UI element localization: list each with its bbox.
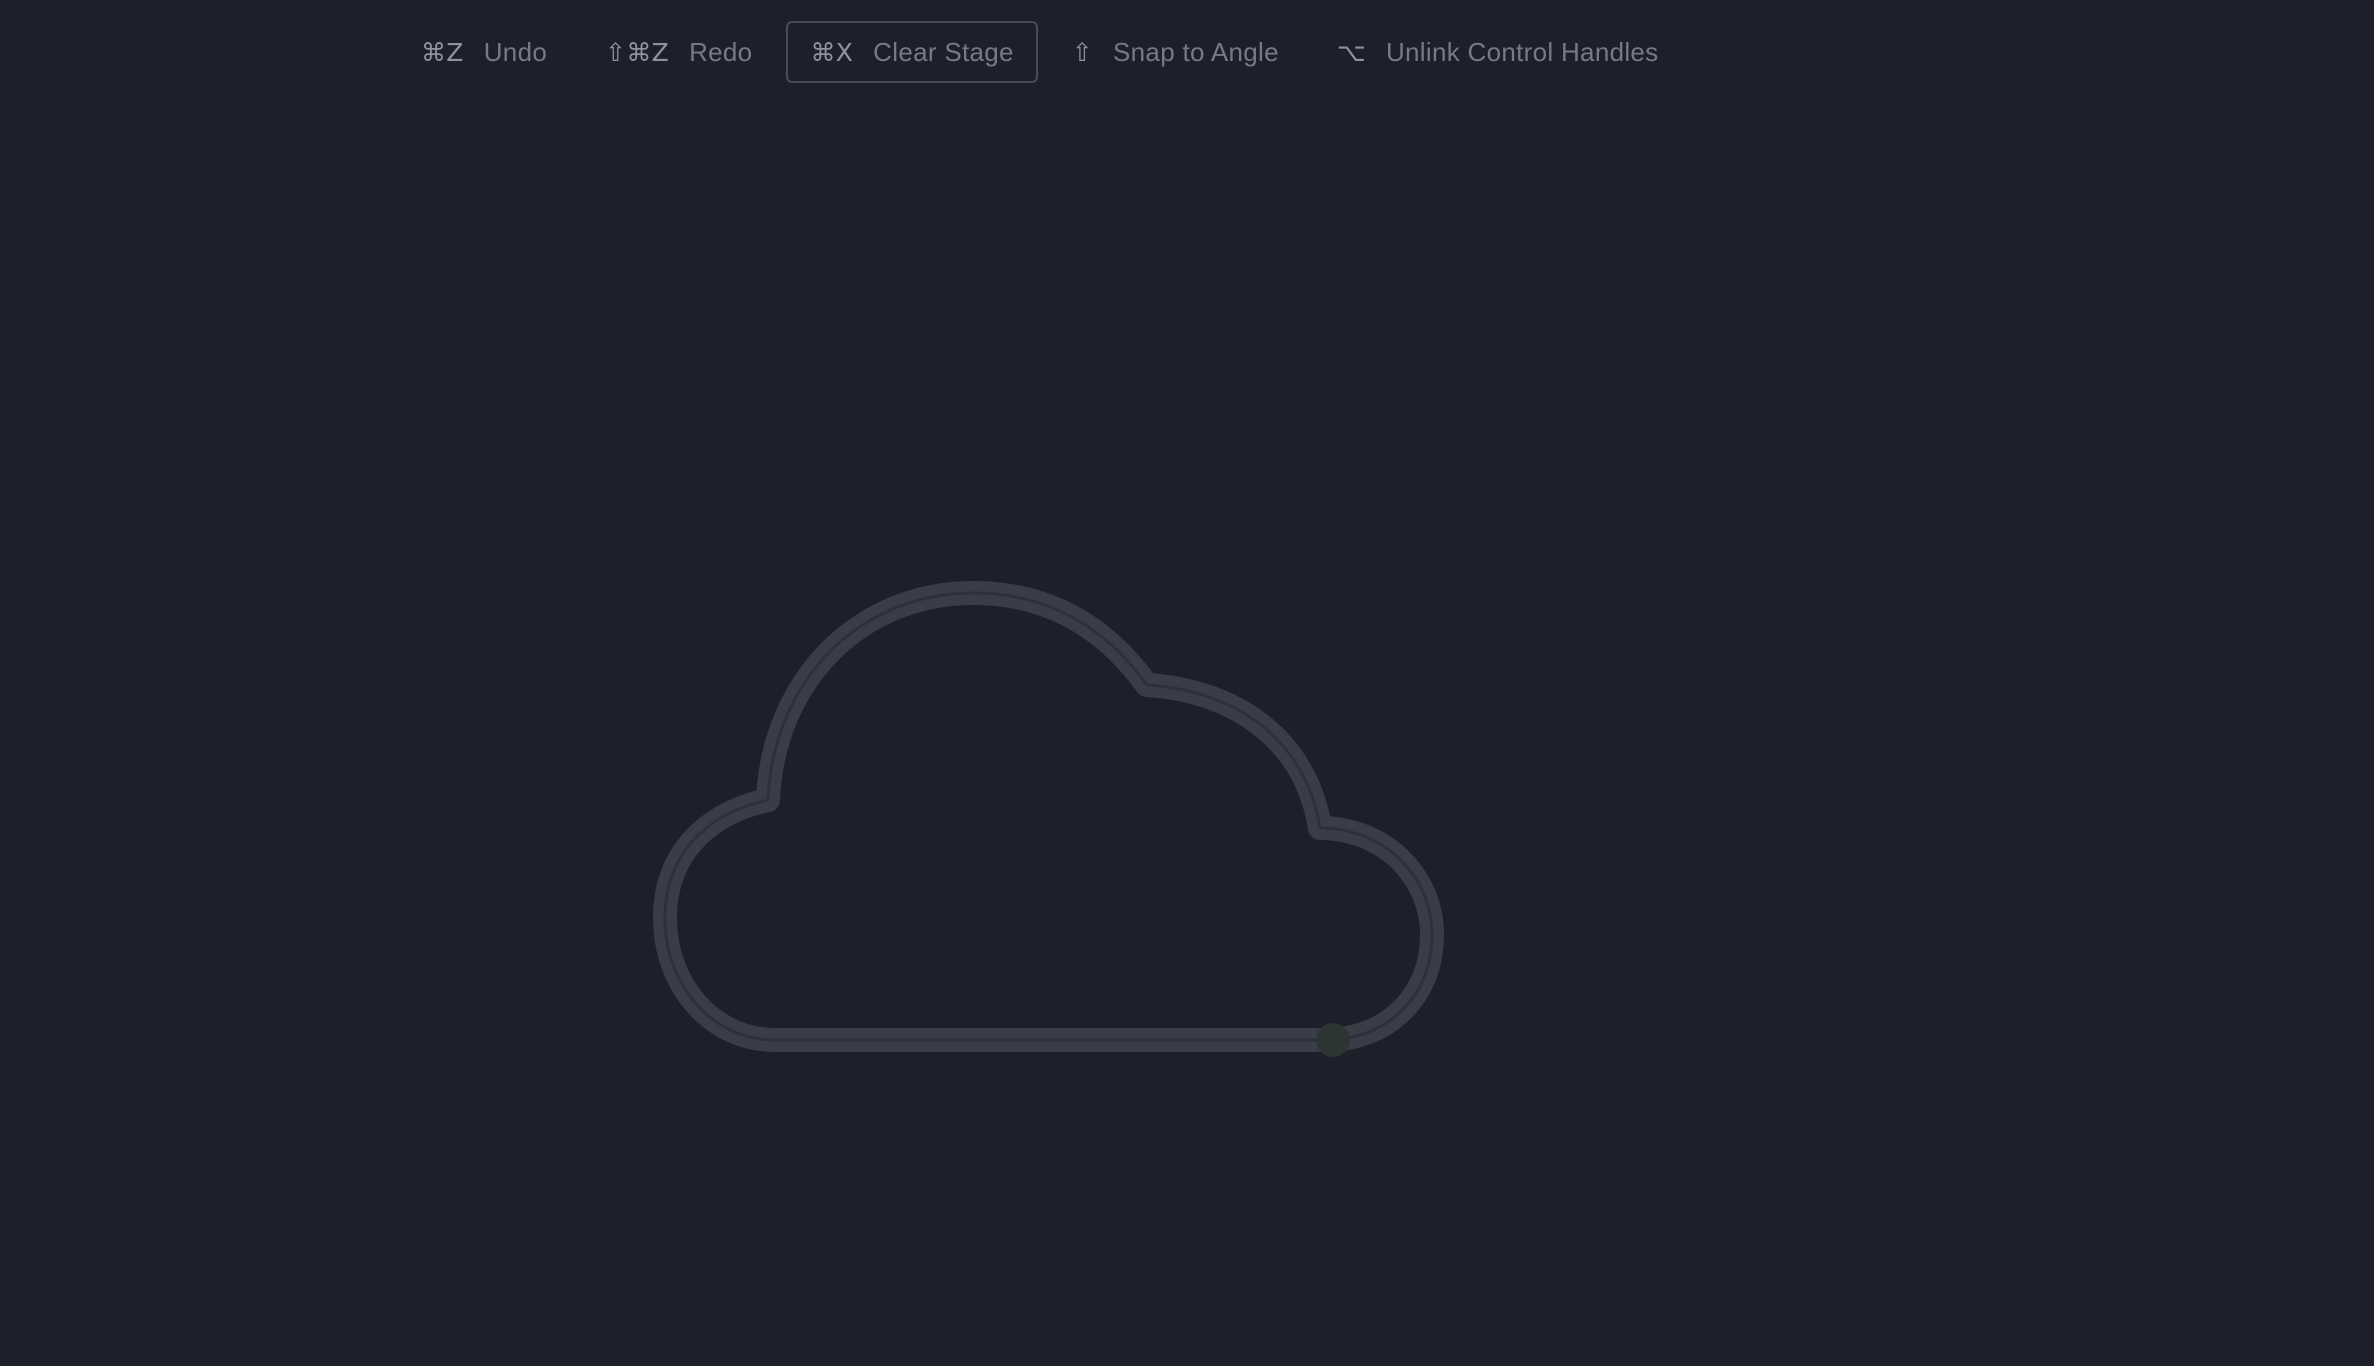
drawing-canvas[interactable]	[0, 0, 2374, 1366]
drawing-stage[interactable]: ⌘Z Undo ⇧⌘Z Redo ⌘X Clear Stage ⇧ Snap t…	[0, 0, 2374, 1366]
cloud-path[interactable]	[653, 581, 1444, 1052]
cloud-path-inner-line	[663, 591, 1434, 1042]
active-anchor-point[interactable]	[1316, 1023, 1350, 1057]
